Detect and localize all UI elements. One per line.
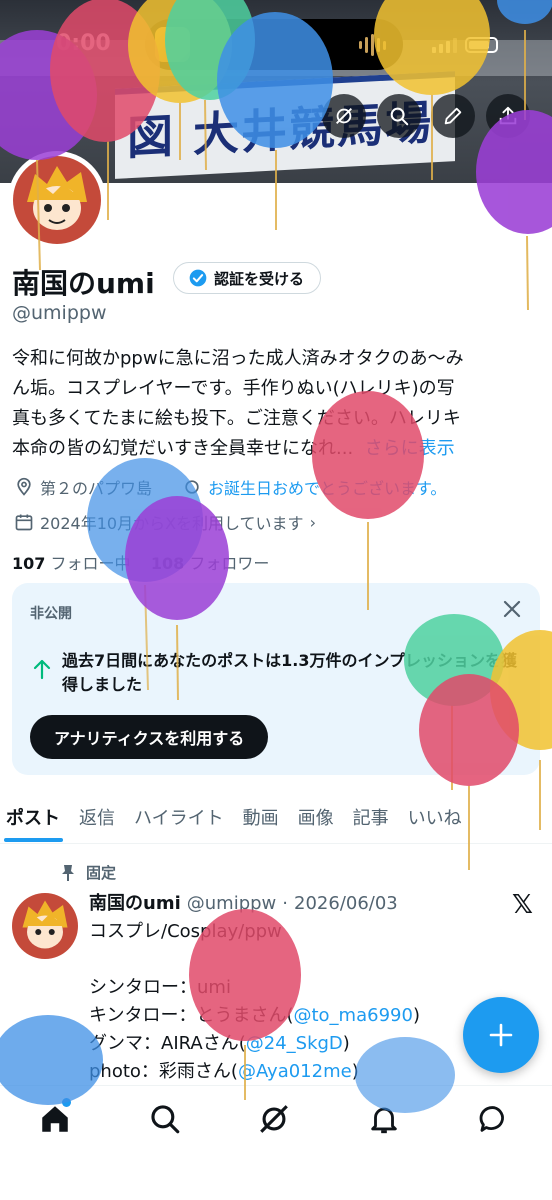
plus-icon (489, 1023, 513, 1047)
cellular-signal-icon (432, 38, 457, 53)
bell-icon (371, 1107, 397, 1134)
get-verified-button[interactable]: 認証を受ける (173, 262, 322, 294)
follow-stats: 107 フォロー中 108 フォロワー (12, 550, 269, 574)
profile-website[interactable]: お誕生日おめでとうございます。 (182, 475, 446, 499)
show-more-link[interactable]: さらに表示 (365, 438, 455, 459)
post-header: 南国のumi @umippw · 2026/06/03 (89, 889, 398, 915)
mention-link[interactable]: @Aya012me (238, 1061, 352, 1082)
bio-line: 真も多くてたまに絵も投下。ご注意ください。ハレリキ (12, 408, 461, 429)
pinned-indicator: 固定 (60, 862, 116, 883)
post-date: 2026/06/03 (294, 893, 398, 914)
chevron-right-icon[interactable]: › (310, 513, 316, 532)
use-analytics-button[interactable]: アナリティクスを利用する (30, 715, 269, 759)
impressions-text: 過去7日間にあなたのポストは1.3万件のインプレッションを獲得しました (62, 651, 517, 694)
calendar-icon (15, 514, 33, 531)
pinned-label: 固定 (86, 864, 117, 882)
audio-wave-icon (359, 33, 389, 57)
grok-icon (260, 1105, 288, 1133)
mention-link[interactable]: @to_ma6990 (293, 1005, 412, 1026)
close-icon[interactable] (500, 597, 524, 621)
post-body[interactable]: コスプレ/Cosplay/ppw シンタロー：umi キンタロー：とうまさん(@… (89, 918, 529, 1086)
edit-button[interactable] (431, 94, 475, 138)
profile-joined: 2024年10月からXを利用しています › (14, 510, 316, 534)
share-icon (499, 106, 517, 125)
chat-bubble-icon (479, 1106, 504, 1132)
nav-messages[interactable] (477, 1102, 511, 1136)
profile-avatar[interactable] (13, 156, 101, 244)
grok-icon (336, 108, 352, 124)
profile-handle: @umippw (12, 302, 107, 324)
tab-videos[interactable]: 動画 (237, 792, 292, 842)
mention-link[interactable]: @24_SkgD (246, 1033, 343, 1054)
post-avatar-illustration (22, 900, 68, 949)
post-line: コスプレ/Cosplay/ppw (89, 921, 282, 942)
bio-line: 本命の皆の幻覚だいすき全員幸せになれ... (12, 438, 354, 459)
get-verified-label: 認証を受ける (214, 269, 305, 288)
avatar-illustration (27, 166, 87, 230)
arrow-up-icon (33, 659, 51, 680)
tab-highlights[interactable]: ハイライト (128, 792, 237, 842)
nav-home[interactable] (38, 1098, 72, 1136)
search-icon (390, 107, 409, 126)
grok-button[interactable] (322, 94, 366, 138)
post-line: シンタロー：umi (89, 977, 231, 998)
notification-dot (62, 1098, 71, 1107)
tab-replies[interactable]: 返信 (73, 792, 128, 842)
post-handle: @umippw (186, 893, 277, 914)
x-logo-icon: 𝕏 (512, 890, 533, 920)
home-icon (42, 1106, 68, 1132)
location-pin-icon (17, 477, 31, 496)
nav-search[interactable] (148, 1102, 182, 1136)
tab-likes[interactable]: いいね (402, 792, 475, 842)
bio-line: 令和に何故かppwに急に沼った成人済みオタクのあ〜み (12, 348, 464, 369)
status-bar: 0:00 (0, 0, 552, 90)
tab-media[interactable]: 画像 (292, 792, 347, 842)
tab-posts[interactable]: ポスト (0, 792, 73, 842)
compose-post-button[interactable] (463, 997, 539, 1073)
post-author[interactable]: 南国のumi (89, 889, 181, 915)
search-button[interactable] (377, 94, 421, 138)
pencil-icon (444, 107, 462, 125)
followers-link[interactable]: 108 フォロワー (151, 554, 270, 573)
battery-icon (465, 37, 498, 53)
joined-text: 2024年10月からXを利用しています (40, 514, 304, 533)
pin-icon (62, 864, 74, 881)
link-icon (185, 480, 199, 494)
location-text: 第２のパプワ島 (40, 479, 153, 498)
share-button[interactable] (486, 94, 530, 138)
profile-bio: 令和に何故かppwに急に沼った成人済みオタクのあ〜み ん垢。コスプレイヤーです。… (12, 344, 542, 464)
bottom-navigation (0, 1085, 552, 1200)
private-label: 非公開 (30, 606, 72, 622)
now-playing-thumbnail (155, 27, 190, 62)
post-avatar[interactable] (12, 893, 78, 959)
bio-line: ん垢。コスプレイヤーです。手作りぬい(ハレリキ)の写 (12, 378, 455, 399)
verified-badge-icon (189, 269, 207, 287)
analytics-card: 非公開 過去7日間にあなたのポストは1.3万件のインプレッションを獲得しました … (12, 583, 540, 775)
search-icon (151, 1105, 180, 1134)
nav-notifications[interactable] (367, 1102, 401, 1136)
dynamic-island[interactable] (145, 19, 403, 70)
profile-location: 第２のパプワ島 (14, 475, 152, 499)
website-link[interactable]: お誕生日おめでとうございます。 (208, 475, 446, 499)
profile-name: 南国のumi (12, 267, 155, 300)
following-link[interactable]: 107 フォロー中 (12, 554, 131, 573)
profile-tabs: ポスト 返信 ハイライト 動画 画像 記事 いいね (0, 792, 552, 844)
status-time: 0:00 (56, 31, 111, 56)
tab-articles[interactable]: 記事 (347, 792, 402, 842)
nav-grok[interactable] (257, 1102, 291, 1136)
